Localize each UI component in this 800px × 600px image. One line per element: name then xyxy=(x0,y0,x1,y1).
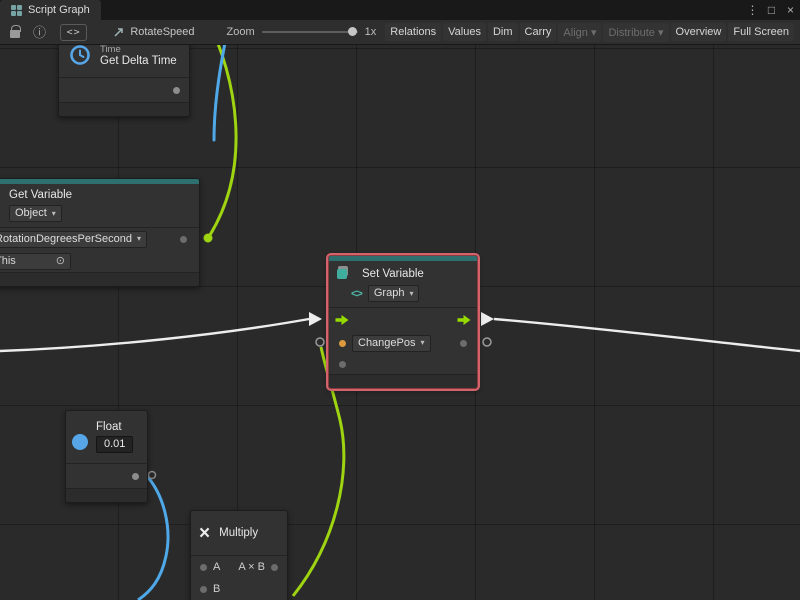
variable-name-dropdown[interactable]: RotationDegreesPerSecond ▾ xyxy=(0,231,147,248)
name-port[interactable] xyxy=(180,236,187,243)
node-multiply[interactable]: × Multiply A A × B B xyxy=(190,510,288,600)
full-screen-button[interactable]: Full Screen xyxy=(728,23,794,41)
chevron-down-icon: ▾ xyxy=(421,339,425,347)
close-button[interactable]: × xyxy=(781,3,800,17)
node-set-variable[interactable]: Set Variable <> Graph ▾ ChangePos xyxy=(328,255,478,389)
flow-input-port[interactable] xyxy=(335,315,349,325)
tab-script-graph[interactable]: Script Graph xyxy=(0,0,101,20)
window-tab-bar: Script Graph ⋮ □ × xyxy=(0,0,800,20)
output-port-result[interactable] xyxy=(271,564,278,571)
code-view-button[interactable]: <> xyxy=(60,24,87,41)
flow-output-port[interactable] xyxy=(457,315,471,325)
zoom-value: 1x xyxy=(365,26,377,38)
chevron-down-icon: ▾ xyxy=(52,210,56,218)
float-icon xyxy=(72,434,88,450)
lock-icon[interactable] xyxy=(10,30,20,38)
node-title: Get Delta Time xyxy=(100,55,177,67)
distribute-button[interactable]: Distribute ▾ xyxy=(603,23,668,42)
node-get-variable[interactable]: Get Variable Object ▾ RotationDegreesPer… xyxy=(0,178,200,287)
zoom-label: Zoom xyxy=(227,26,255,38)
graph-asset-icon xyxy=(113,26,125,38)
variable-icon xyxy=(337,266,355,282)
input-port-b[interactable] xyxy=(200,586,207,593)
carry-button[interactable]: Carry xyxy=(520,23,557,41)
unity-editor-window: Time Get Delta Time Get Variable Object … xyxy=(0,0,800,600)
relations-button[interactable]: Relations xyxy=(385,23,441,41)
variable-name-dropdown[interactable]: ChangePos ▾ xyxy=(352,335,431,352)
output-port[interactable] xyxy=(173,87,180,94)
overview-button[interactable]: Overview xyxy=(671,23,727,41)
graph-kind-icon: <> xyxy=(351,288,362,300)
node-footer xyxy=(59,103,189,116)
output-port[interactable] xyxy=(132,473,139,480)
node-category: Time xyxy=(100,44,177,55)
float-value-input[interactable]: 0.01 xyxy=(96,436,133,453)
variable-scope-dropdown[interactable]: Graph ▾ xyxy=(368,285,420,302)
node-title: Set Variable xyxy=(362,268,424,280)
window-menu-button[interactable]: ⋮ xyxy=(743,3,762,17)
values-button[interactable]: Values xyxy=(443,23,486,41)
multiply-icon: × xyxy=(199,524,210,543)
fallback-port[interactable] xyxy=(339,361,346,368)
align-button[interactable]: Align ▾ xyxy=(558,23,601,42)
node-title: Float xyxy=(96,421,122,433)
graph-toolbar: ⓘ <> RotateSpeed Zoom 1x Relations Value… xyxy=(0,20,800,45)
graph-tab-icon xyxy=(11,5,22,16)
node-footer xyxy=(0,273,199,286)
info-icon[interactable]: ⓘ xyxy=(33,26,46,39)
graph-breadcrumb[interactable]: RotateSpeed xyxy=(130,26,194,38)
variable-scope-dropdown[interactable]: Object ▾ xyxy=(9,205,62,222)
object-target-field[interactable]: This ⊙ xyxy=(0,253,71,270)
zoom-slider-handle[interactable] xyxy=(348,27,357,36)
value-input-port[interactable] xyxy=(339,340,346,347)
value-output-port[interactable] xyxy=(460,340,467,347)
dim-button[interactable]: Dim xyxy=(488,23,518,41)
node-footer xyxy=(329,375,477,388)
chevron-down-icon: ▾ xyxy=(137,235,141,243)
node-title: Get Variable xyxy=(9,189,191,201)
target-picker-icon: ⊙ xyxy=(56,256,65,267)
chevron-down-icon: ▾ xyxy=(409,290,413,298)
input-port-a[interactable] xyxy=(200,564,207,571)
node-title: Multiply xyxy=(219,527,258,539)
maximize-button[interactable]: □ xyxy=(762,3,781,17)
clock-icon xyxy=(69,44,91,66)
node-float-literal[interactable]: Float 0.01 xyxy=(65,410,148,503)
zoom-slider[interactable] xyxy=(262,31,358,33)
node-footer xyxy=(66,489,147,502)
